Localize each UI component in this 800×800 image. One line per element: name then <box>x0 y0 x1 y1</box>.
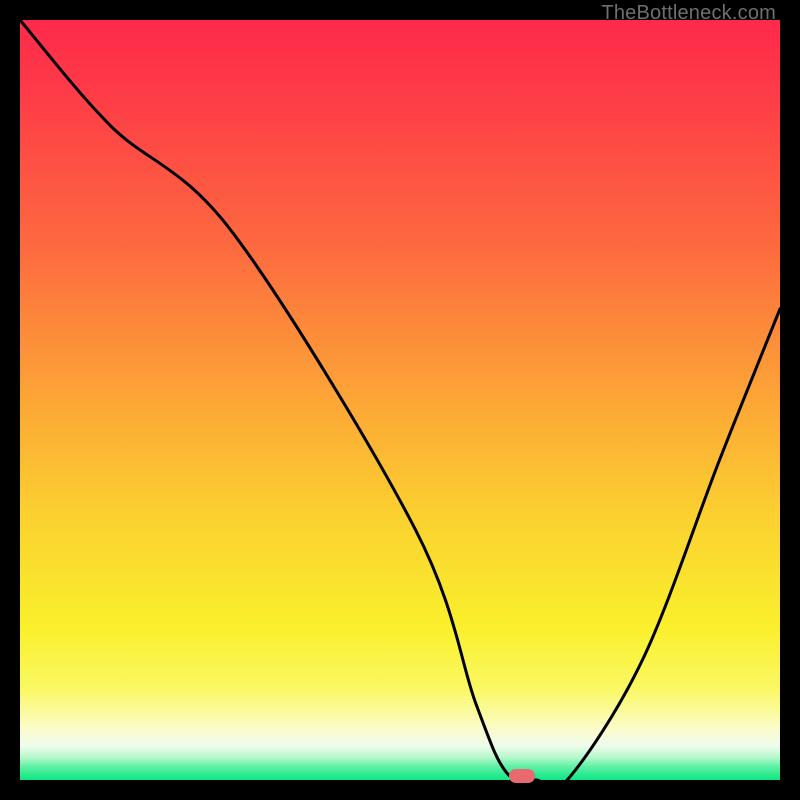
outer-frame: TheBottleneck.com <box>0 0 800 800</box>
optimal-marker <box>509 769 535 783</box>
plot-area <box>20 20 780 780</box>
bottleneck-curve <box>20 20 780 780</box>
